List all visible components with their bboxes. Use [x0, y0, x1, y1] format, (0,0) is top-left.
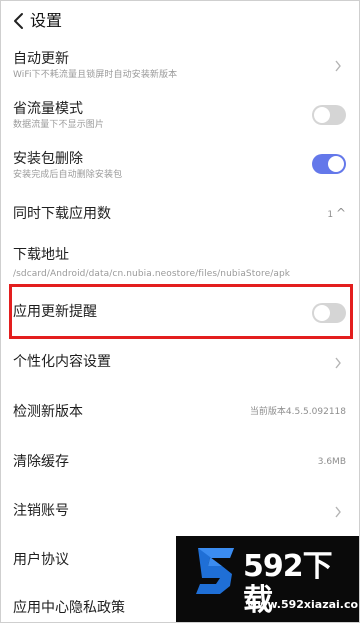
setting-data-saver: 省流量模式 数据流量下不显示图片 [0, 96, 360, 136]
watermark-banner: 592下载 www.592xiazai.com [176, 536, 360, 623]
setting-title: 清除缓存 [13, 454, 69, 470]
page-title: 设置 [30, 11, 63, 30]
setting-clear-cache[interactable]: 清除缓存 3.6MB [0, 448, 360, 478]
setting-title: 省流量模式 [13, 101, 83, 117]
setting-subtitle: 安装完成后自动删除安装包 [13, 170, 123, 180]
setting-title: 注销账号 [13, 503, 69, 519]
setting-title: 检测新版本 [13, 404, 83, 420]
toggle-knob [328, 156, 344, 172]
title-bar: 设置 [0, 0, 360, 42]
chevron-right-icon [335, 357, 341, 369]
value-text: 1 [327, 210, 334, 220]
caret-up-icon: ^ [335, 206, 346, 220]
data-saver-toggle[interactable] [312, 105, 346, 125]
toggle-knob [314, 107, 330, 123]
current-version-value: 当前版本4.5.5.092118 [249, 407, 346, 417]
setting-concurrent-downloads[interactable]: 同时下载应用数 1 ^ [0, 200, 360, 230]
back-arrow-icon[interactable] [11, 11, 29, 31]
chevron-right-icon [335, 60, 341, 72]
setting-subtitle: 数据流量下不显示图片 [13, 120, 105, 130]
delete-package-toggle[interactable] [312, 154, 346, 174]
setting-subtitle: WiFi下不耗流量且锁屏时自动安装新版本 [13, 70, 178, 80]
setting-title: 个性化内容设置 [13, 354, 111, 370]
setting-title: 安装包删除 [13, 151, 83, 167]
concurrent-downloads-value: 1 ^ [327, 207, 346, 221]
setting-subtitle: /sdcard/Android/data/cn.nubia.neostore/f… [13, 269, 291, 279]
setting-delete-package: 安装包删除 安装完成后自动删除安装包 [0, 146, 360, 186]
592-logo-icon [196, 548, 234, 594]
setting-download-path[interactable]: 下载地址 /sdcard/Android/data/cn.nubia.neost… [0, 244, 360, 284]
setting-title: 应用中心隐私政策 [13, 600, 125, 616]
chevron-right-icon [335, 506, 341, 518]
setting-title: 下载地址 [13, 247, 69, 263]
cache-size-value: 3.6MB [317, 457, 346, 467]
setting-auto-update[interactable]: 自动更新 WiFi下不耗流量且锁屏时自动安装新版本 [0, 46, 360, 92]
setting-title: 用户协议 [13, 552, 69, 568]
highlight-box [9, 284, 353, 339]
setting-title: 自动更新 [13, 51, 69, 67]
setting-check-version[interactable]: 检测新版本 当前版本4.5.5.092118 [0, 398, 360, 428]
setting-title: 同时下载应用数 [13, 206, 111, 222]
setting-delete-account[interactable]: 注销账号 [0, 497, 360, 527]
setting-personalization[interactable]: 个性化内容设置 [0, 348, 360, 378]
watermark-url: www.592xiazai.com [247, 598, 360, 611]
